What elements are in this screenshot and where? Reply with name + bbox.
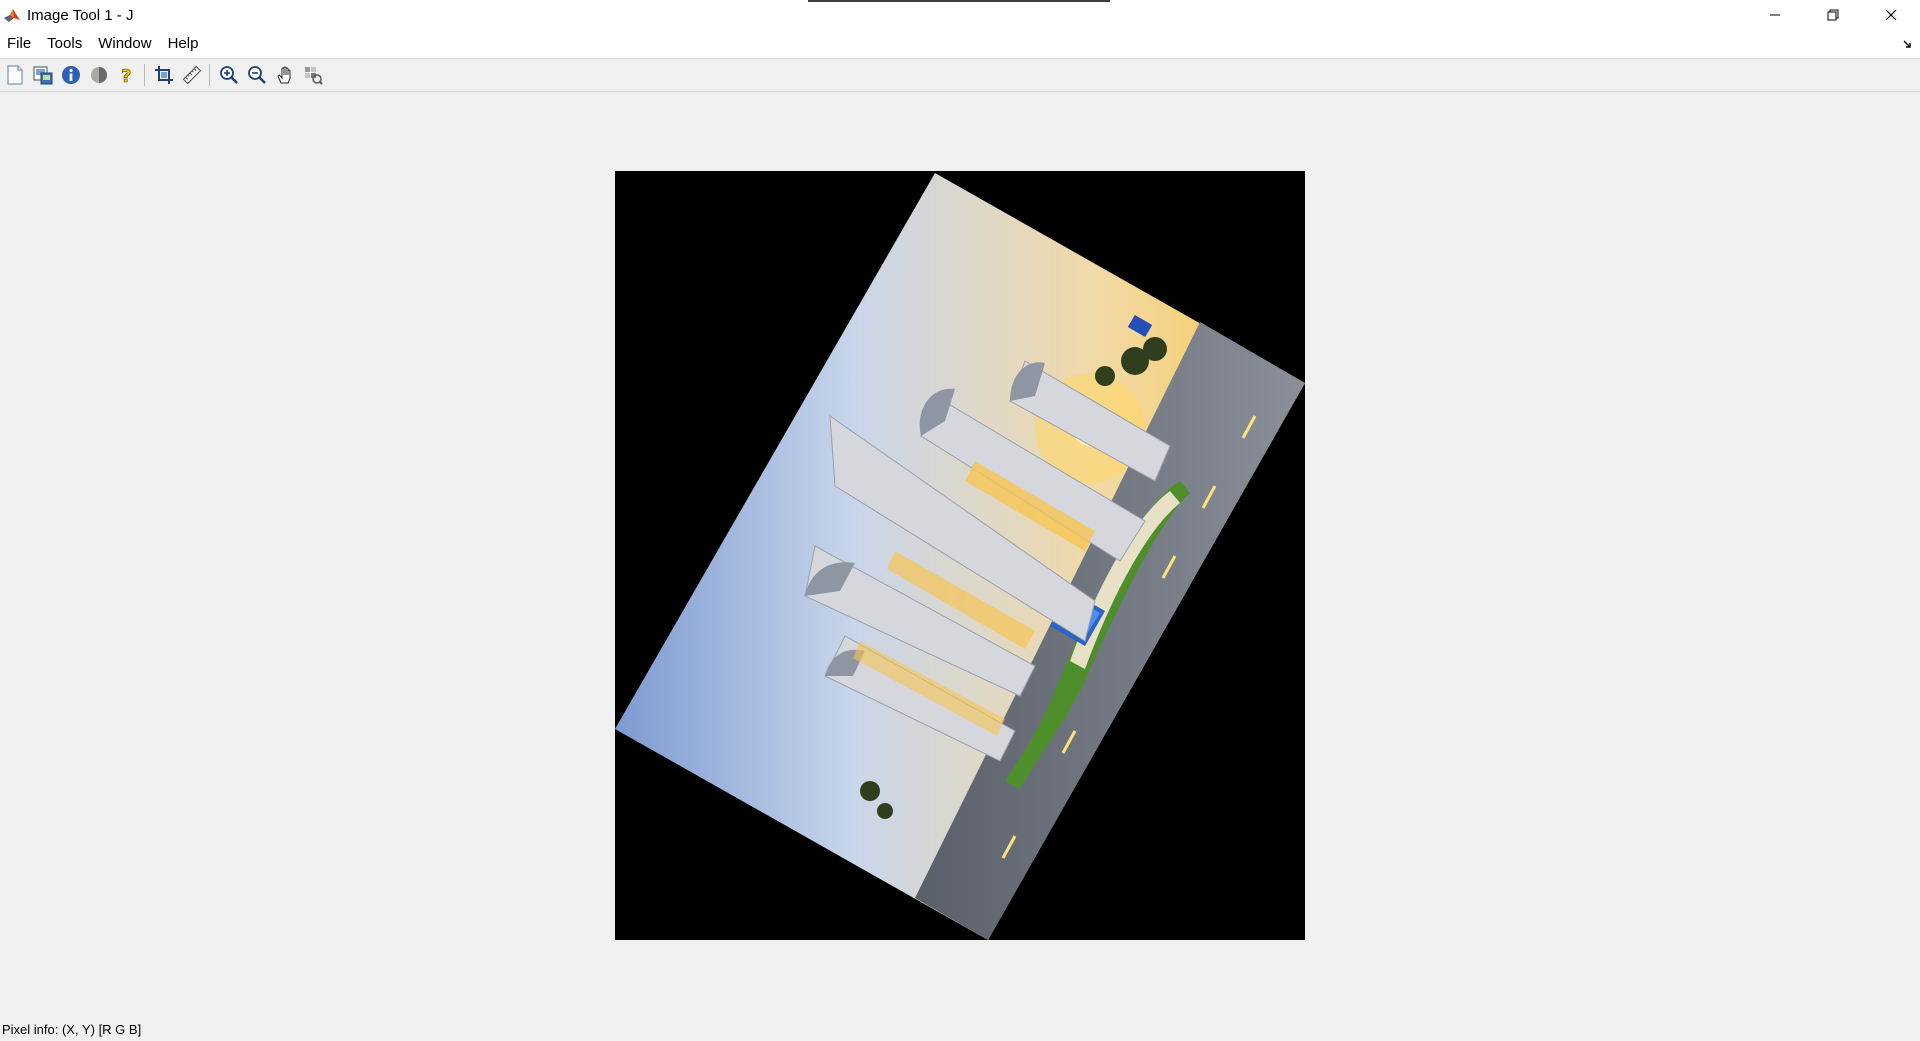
toolbar: ? <box>0 58 1920 92</box>
measure-distance-icon <box>182 65 202 85</box>
zoom-out-button[interactable] <box>244 62 270 88</box>
menu-window[interactable]: Window <box>90 30 159 58</box>
pixel-region-icon <box>305 67 323 85</box>
matlab-icon <box>3 6 21 24</box>
adjust-contrast-button[interactable] <box>86 62 112 88</box>
status-bar: Pixel info: (X, Y) [R G B] <box>0 1018 1920 1041</box>
zoom-in-button[interactable] <box>216 62 242 88</box>
close-button[interactable] <box>1862 0 1920 30</box>
menu-bar: File Tools Window Help <box>0 30 1920 58</box>
image-information-icon <box>62 66 80 84</box>
image-display[interactable] <box>615 171 1305 940</box>
rotated-photo <box>615 173 1305 940</box>
zoom-in-icon <box>220 66 238 84</box>
image-tool-window: Image Tool 1 - J File Tools Window Help … <box>0 0 1920 1041</box>
help-button[interactable]: ? <box>114 62 140 88</box>
restore-icon <box>1827 9 1839 21</box>
pixel-region-button[interactable] <box>300 62 326 88</box>
zoom-out-icon <box>248 66 266 84</box>
pan-button[interactable] <box>272 62 298 88</box>
crop-image-icon <box>155 66 173 84</box>
measure-distance-button[interactable] <box>179 62 205 88</box>
close-icon <box>1885 9 1897 21</box>
restore-button[interactable] <box>1804 0 1862 30</box>
image-information-button[interactable] <box>58 62 84 88</box>
adjust-contrast-icon <box>91 67 107 83</box>
dock-arrow-icon[interactable] <box>1902 37 1914 49</box>
pixel-info-text: Pixel info: (X, Y) [R G B] <box>2 1022 142 1037</box>
new-figure-button[interactable] <box>2 62 28 88</box>
minimize-button[interactable] <box>1746 0 1804 30</box>
title-accent-line <box>808 0 1110 2</box>
svg-text:?: ? <box>121 66 131 85</box>
pan-icon <box>277 66 291 84</box>
export-image-icon <box>33 66 53 85</box>
help-icon: ? <box>121 66 132 85</box>
menu-file[interactable]: File <box>0 30 39 58</box>
menu-tools[interactable]: Tools <box>39 30 90 58</box>
crop-image-button[interactable] <box>151 62 177 88</box>
toolbar-separator <box>209 64 210 86</box>
toolbar-separator <box>144 64 145 86</box>
title-bar: Image Tool 1 - J <box>0 0 1920 30</box>
window-title: Image Tool 1 - J <box>27 6 134 24</box>
minimize-icon <box>1770 14 1780 16</box>
photo-frame <box>615 173 1305 940</box>
new-figure-icon <box>7 65 23 85</box>
export-image-button[interactable] <box>30 62 56 88</box>
menu-help[interactable]: Help <box>160 30 207 58</box>
